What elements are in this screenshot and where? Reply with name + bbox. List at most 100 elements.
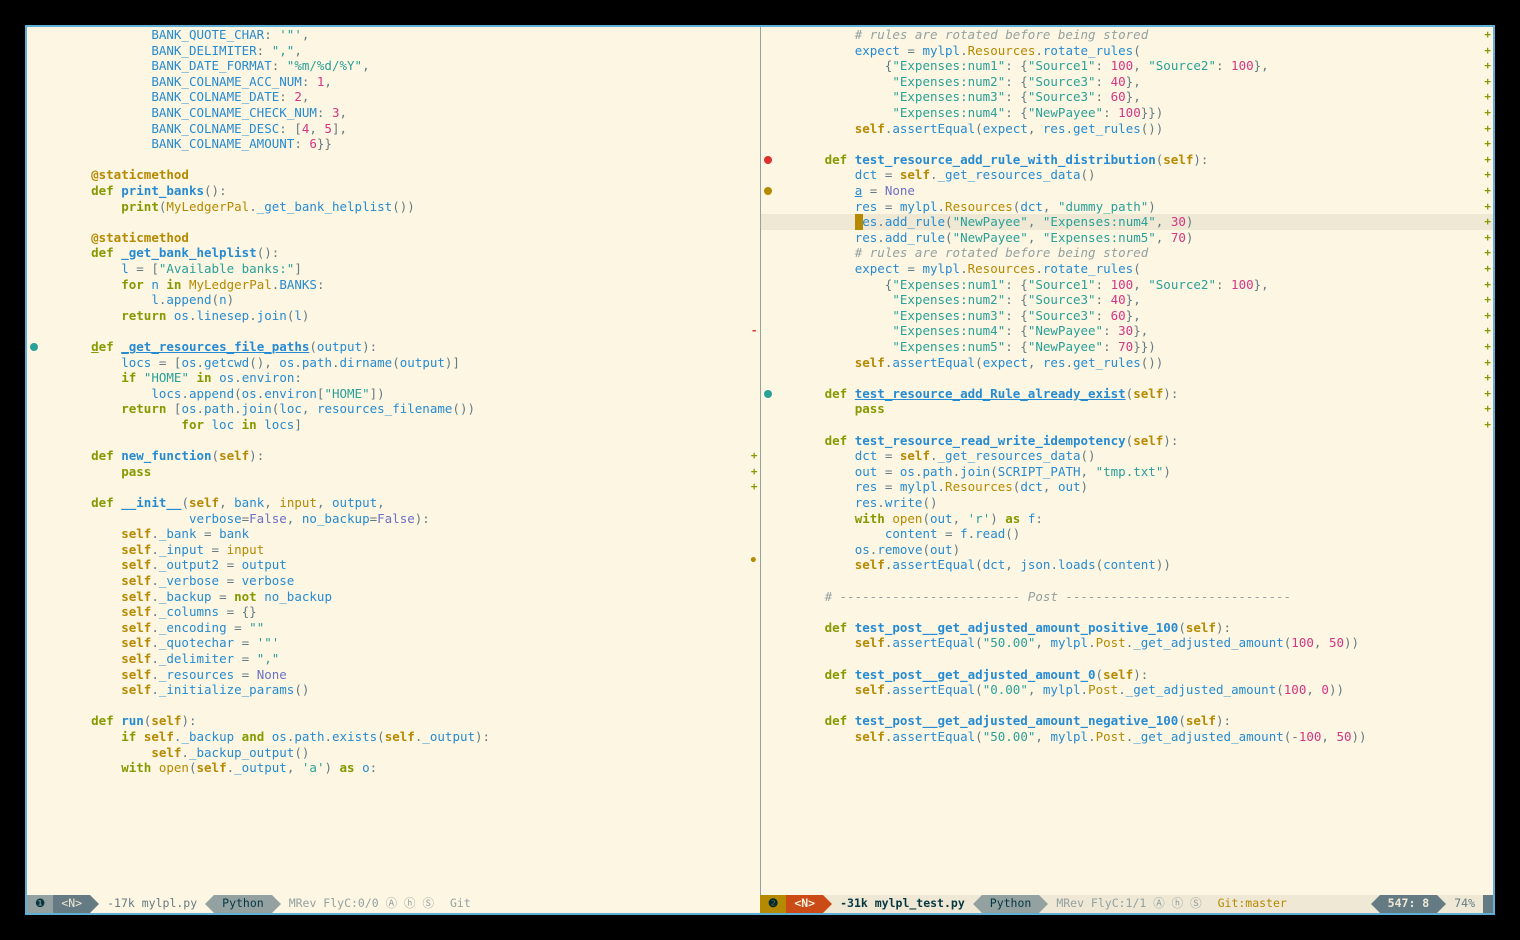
code-line[interactable]: def test_resource_read_write_idempotency… (795, 433, 1179, 449)
code-line[interactable]: self.assertEqual("50.00", mylpl.Post._ge… (795, 635, 1360, 651)
code-line[interactable]: pass (795, 401, 885, 417)
code-line[interactable]: # rules are rotated before being stored (795, 245, 1149, 261)
code-line[interactable]: if self._backup and os.path.exists(self.… (61, 729, 490, 745)
buffer-size: - 17k mylpl.py (99, 895, 205, 913)
flycheck-err-icon[interactable] (764, 156, 772, 164)
code-line[interactable]: with open(out, 'r') as f: (795, 511, 1043, 527)
code-line[interactable]: BANK_COLNAME_AMOUNT: 6}} (61, 136, 332, 152)
code-line[interactable]: res = mylpl.Resources(dct, "dummy_path") (795, 199, 1156, 215)
diff-added-icon: + (1484, 230, 1491, 246)
code-line[interactable]: self.assertEqual(dct, json.loads(content… (795, 557, 1171, 573)
code-line[interactable]: BANK_COLNAME_ACC_NUM: 1, (61, 74, 332, 90)
major-mode[interactable]: Python (982, 895, 1040, 913)
code-line[interactable]: self._encoding = "" (61, 620, 264, 636)
major-mode[interactable]: Python (214, 895, 272, 913)
code-line[interactable]: "Expenses:num3": {"Source3": 60}, (795, 308, 1141, 324)
code-line[interactable]: # rules are rotated before being stored (795, 27, 1149, 43)
code-line[interactable]: {"Expenses:num1": {"Source1": 100, "Sour… (795, 58, 1269, 74)
code-line[interactable]: "Expenses:num2": {"Source3": 40}, (795, 74, 1141, 90)
code-line[interactable]: BANK_QUOTE_CHAR: '"', (61, 27, 309, 43)
left-pane[interactable]: BANK_QUOTE_CHAR: '"', BANK_DELIMITER: ",… (27, 27, 761, 895)
code-line[interactable]: self._initialize_params() (61, 682, 309, 698)
code-line[interactable]: def _get_resources_file_paths(output): (61, 339, 377, 355)
code-line[interactable]: print(MyLedgerPal._get_bank_helplist()) (61, 199, 415, 215)
code-line[interactable]: self._delimiter = "," (61, 651, 279, 667)
code-line[interactable]: BANK_DATE_FORMAT: "%m/%d/%Y", (61, 58, 370, 74)
code-line[interactable]: "Expenses:num4": {"NewPayee": 30}, (795, 323, 1149, 339)
code-line[interactable]: res.add_rule("NewPayee", "Expenses:num5"… (795, 230, 1194, 246)
code-line[interactable]: BANK_DELIMITER: ",", (61, 43, 302, 59)
code-line[interactable]: dct = self._get_resources_data() (795, 167, 1096, 183)
code-line[interactable]: self.assertEqual(expect, res.get_rules()… (795, 121, 1164, 137)
code-line[interactable]: pass (61, 464, 151, 480)
modelines: ❶ <N> - 17k mylpl.py Python MRev FlyC:0/… (27, 895, 1493, 913)
code-line[interactable]: def _get_bank_helplist(): (61, 245, 279, 261)
diff-added-icon: + (1484, 339, 1491, 355)
code-line[interactable]: # ------------------------ Post --------… (795, 589, 1292, 605)
code-line[interactable]: BANK_COLNAME_DATE: 2, (61, 89, 309, 105)
code-line[interactable]: l = ["Available banks:"] (61, 261, 302, 277)
diff-added-icon: + (1484, 152, 1491, 168)
modeline-right[interactable]: ❷ <N> - 31k mylpl_test.py Python MRev Fl… (760, 895, 1493, 913)
code-line[interactable]: locs.append(os.environ["HOME"]) (61, 386, 385, 402)
code-line[interactable]: BANK_COLNAME_DESC: [4, 5], (61, 121, 347, 137)
code-line[interactable]: self.assertEqual("0.00", mylpl.Post._get… (795, 682, 1345, 698)
code-line[interactable]: self._quotechar = '"' (61, 635, 279, 651)
code-line[interactable]: def test_post__get_adjusted_amount_negat… (795, 713, 1232, 729)
code-line[interactable]: {"Expenses:num1": {"Source1": 100, "Sour… (795, 277, 1269, 293)
code-line[interactable]: expect = mylpl.Resources.rotate_rules( (795, 261, 1141, 277)
code-line[interactable]: res.write() (795, 495, 938, 511)
code-line[interactable]: with open(self._output, 'a') as o: (61, 760, 377, 776)
code-line[interactable]: "Expenses:num4": {"NewPayee": 100}}) (795, 105, 1164, 121)
code-line[interactable]: expect = mylpl.Resources.rotate_rules( (795, 43, 1141, 59)
right-fringe: ++++++++++++++++++++++++++ (1479, 27, 1493, 895)
code-line[interactable]: if "HOME" in os.environ: (61, 370, 302, 386)
code-line[interactable]: self._backup_output() (61, 745, 309, 761)
code-line[interactable]: def run(self): (61, 713, 197, 729)
code-line[interactable]: self._columns = {} (61, 604, 257, 620)
code-line[interactable]: return os.linesep.join(l) (61, 308, 309, 324)
code-line[interactable]: dct = self._get_resources_data() (795, 448, 1096, 464)
code-line[interactable]: self._backup = not no_backup (61, 589, 332, 605)
code-line[interactable]: verbose=False, no_backup=False): (61, 511, 430, 527)
code-line[interactable]: for n in MyLedgerPal.BANKS: (61, 277, 324, 293)
code-line[interactable]: @staticmethod (61, 167, 189, 183)
code-line[interactable]: self._verbose = verbose (61, 573, 294, 589)
flycheck-info-icon[interactable] (30, 343, 38, 351)
code-line[interactable]: res = mylpl.Resources(dct, out) (795, 479, 1089, 495)
modeline-left[interactable]: ❶ <N> - 17k mylpl.py Python MRev FlyC:0/… (27, 895, 760, 913)
code-line[interactable]: locs = [os.getcwd(), os.path.dirname(out… (61, 355, 460, 371)
code-line[interactable]: self.assertEqual("50.00", mylpl.Post._ge… (795, 729, 1367, 745)
code-line[interactable]: out = os.path.join(SCRIPT_PATH, "tmp.txt… (795, 464, 1171, 480)
diff-added-icon: + (1484, 245, 1491, 261)
code-line[interactable]: self.assertEqual(expect, res.get_rules()… (795, 355, 1164, 371)
code-line[interactable]: def test_post__get_adjusted_amount_0(sel… (795, 667, 1149, 683)
flycheck-info-icon[interactable] (764, 390, 772, 398)
code-line[interactable]: def test_resource_add_Rule_already_exist… (795, 386, 1179, 402)
diff-added-icon: + (1484, 261, 1491, 277)
code-line[interactable]: "Expenses:num3": {"Source3": 60}, (795, 89, 1141, 105)
code-line[interactable]: def print_banks(): (61, 183, 227, 199)
scroll-percentage: 74% (1446, 895, 1483, 913)
code-line[interactable]: self._output2 = output (61, 557, 287, 573)
code-line[interactable]: @staticmethod (61, 230, 189, 246)
code-line[interactable]: return [os.path.join(loc, resources_file… (61, 401, 475, 417)
code-line[interactable]: BANK_COLNAME_CHECK_NUM: 3, (61, 105, 347, 121)
code-line[interactable]: def __init__(self, bank, input, output, (61, 495, 385, 511)
right-pane[interactable]: # rules are rotated before being stored … (761, 27, 1494, 895)
code-line[interactable]: for loc in locs] (61, 417, 302, 433)
code-line[interactable]: "Expenses:num5": {"NewPayee": 70}}) (795, 339, 1156, 355)
code-line[interactable]: os.remove(out) (795, 542, 961, 558)
code-line[interactable]: def new_function(self): (61, 448, 264, 464)
code-line[interactable]: self._bank = bank (61, 526, 249, 542)
code-line[interactable]: content = f.read() (795, 526, 1021, 542)
code-line[interactable]: def test_resource_add_rule_with_distribu… (795, 152, 1209, 168)
code-line[interactable]: def test_post__get_adjusted_amount_posit… (795, 620, 1232, 636)
flycheck-warn-icon[interactable] (764, 187, 772, 195)
diff-added-icon: + (1484, 43, 1491, 59)
code-line[interactable]: self._resources = None (61, 667, 287, 683)
code-line[interactable]: l.append(n) (61, 292, 234, 308)
code-line[interactable]: "Expenses:num2": {"Source3": 40}, (795, 292, 1141, 308)
code-line[interactable]: a = None (795, 183, 915, 199)
code-line[interactable]: self._input = input (61, 542, 264, 558)
